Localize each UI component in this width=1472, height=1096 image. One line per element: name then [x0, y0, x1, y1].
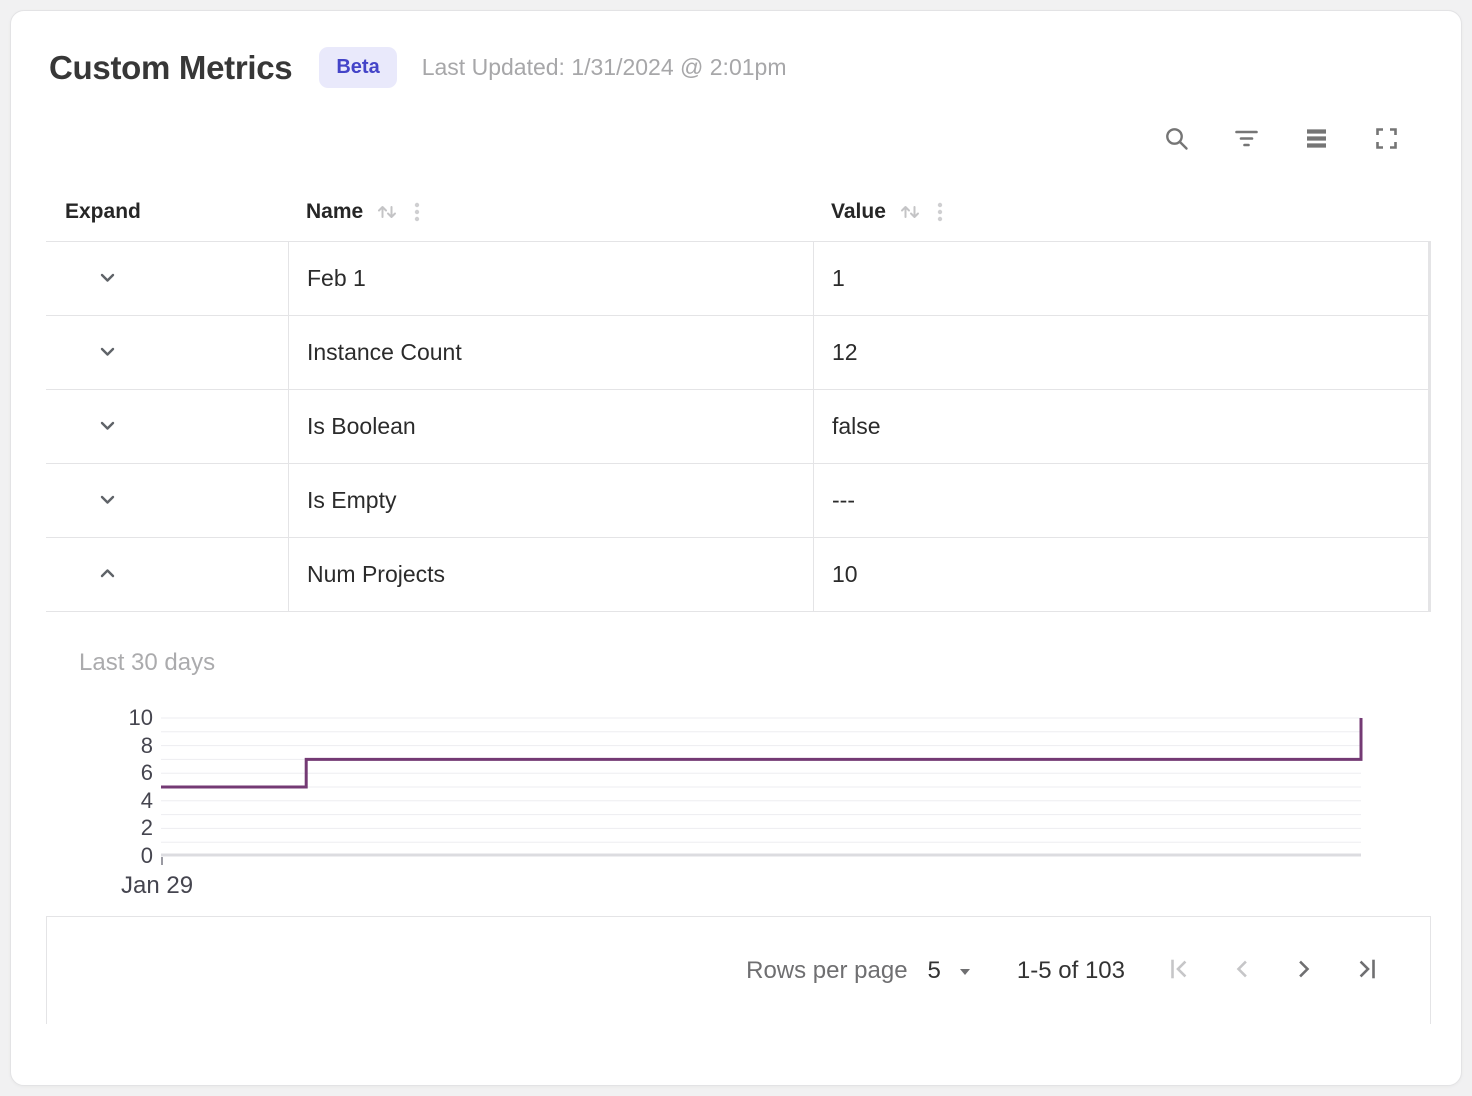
metric-value-cell[interactable]: 12 [813, 316, 1428, 389]
metric-value-cell[interactable]: false [813, 390, 1428, 463]
column-menu-icon[interactable] [930, 200, 950, 224]
y-tick-label: 6 [95, 760, 153, 786]
last-page-button[interactable] [1335, 947, 1397, 995]
search-button[interactable] [1156, 120, 1196, 160]
column-header-value-label: Value [831, 200, 886, 224]
table-row: Is Empty --- [46, 464, 1428, 538]
pagination-controls [1149, 947, 1397, 995]
chevron-down-icon [94, 338, 121, 368]
table-row: Feb 1 1 [46, 242, 1428, 316]
last-page-icon [1350, 953, 1382, 988]
filter-button[interactable] [1226, 120, 1266, 160]
fullscreen-button[interactable] [1366, 120, 1406, 160]
table-footer: Rows per page 5 1-5 of 103 [46, 916, 1431, 1024]
page-header: Custom Metrics Beta Last Updated: 1/31/2… [49, 47, 1429, 88]
column-menu-icon[interactable] [407, 200, 427, 224]
caret-down-icon [953, 959, 977, 983]
sort-icon[interactable] [375, 200, 399, 224]
y-tick-label: 2 [95, 815, 153, 841]
table-header-row: Expand Name Value [46, 182, 1431, 242]
pagination-range: 1-5 of 103 [1017, 957, 1125, 985]
expanded-row-detail-panel: Last 30 days 10 8 6 4 2 0 [46, 612, 1431, 916]
chevron-up-icon [94, 560, 121, 590]
chart-line [161, 718, 1361, 787]
rows-per-page-label: Rows per page [746, 957, 907, 985]
metric-name-cell[interactable]: Num Projects [288, 538, 813, 611]
last-updated-text: Last Updated: 1/31/2024 @ 2:01pm [422, 54, 787, 81]
metrics-table: Expand Name Value [46, 182, 1431, 1024]
beta-badge: Beta [319, 47, 396, 88]
chart-svg [161, 718, 1361, 856]
chevron-left-icon [1226, 953, 1258, 988]
y-tick-label: 10 [95, 705, 153, 731]
chart-title: Last 30 days [79, 649, 1431, 677]
collapse-row-button[interactable] [90, 558, 124, 592]
y-tick-label: 4 [95, 788, 153, 814]
expand-row-button[interactable] [90, 262, 124, 296]
table-row: Instance Count 12 [46, 316, 1428, 390]
fullscreen-icon [1373, 125, 1400, 155]
table-row: Is Boolean false [46, 390, 1428, 464]
chart-plot-area: Jan 29 [161, 718, 1361, 856]
expand-row-button[interactable] [90, 336, 124, 370]
density-button[interactable] [1296, 120, 1336, 160]
chevron-down-icon [94, 486, 121, 516]
table-body: Feb 1 1 Instance Count 12 Is Boole [46, 242, 1431, 612]
column-header-value[interactable]: Value [813, 200, 1431, 224]
previous-page-button[interactable] [1211, 947, 1273, 995]
metric-name-cell[interactable]: Is Empty [288, 464, 813, 537]
first-page-icon [1164, 953, 1196, 988]
column-header-expand-label: Expand [65, 200, 141, 224]
first-page-button[interactable] [1149, 947, 1211, 995]
x-axis-tick [161, 857, 163, 865]
grid-toolbar [46, 120, 1429, 160]
x-tick-label: Jan 29 [121, 872, 231, 900]
chevron-right-icon [1288, 953, 1320, 988]
expand-row-button[interactable] [90, 484, 124, 518]
table-row: Num Projects 10 [46, 538, 1428, 612]
column-header-name-label: Name [306, 200, 363, 224]
page-title: Custom Metrics [49, 49, 292, 87]
metric-history-chart: 10 8 6 4 2 0 [95, 718, 1431, 856]
metric-name-cell[interactable]: Is Boolean [288, 390, 813, 463]
metric-value-cell[interactable]: 1 [813, 242, 1428, 315]
sort-icon[interactable] [898, 200, 922, 224]
rows-per-page-value: 5 [928, 957, 941, 985]
chevron-down-icon [94, 264, 121, 294]
search-icon [1163, 125, 1190, 155]
filter-icon [1233, 125, 1260, 155]
metric-name-cell[interactable]: Feb 1 [288, 242, 813, 315]
column-header-name[interactable]: Name [288, 200, 813, 224]
custom-metrics-card: Custom Metrics Beta Last Updated: 1/31/2… [10, 10, 1462, 1086]
metric-value-cell[interactable]: 10 [813, 538, 1428, 611]
next-page-button[interactable] [1273, 947, 1335, 995]
metric-name-cell[interactable]: Instance Count [288, 316, 813, 389]
rows-per-page-select[interactable]: 5 [928, 957, 977, 985]
y-tick-label: 0 [95, 843, 153, 869]
chart-y-axis-labels: 10 8 6 4 2 0 [95, 718, 153, 856]
expand-row-button[interactable] [90, 410, 124, 444]
density-icon [1303, 125, 1330, 155]
y-tick-label: 8 [95, 733, 153, 759]
metric-value-cell[interactable]: --- [813, 464, 1428, 537]
column-header-expand: Expand [46, 200, 288, 224]
chevron-down-icon [94, 412, 121, 442]
